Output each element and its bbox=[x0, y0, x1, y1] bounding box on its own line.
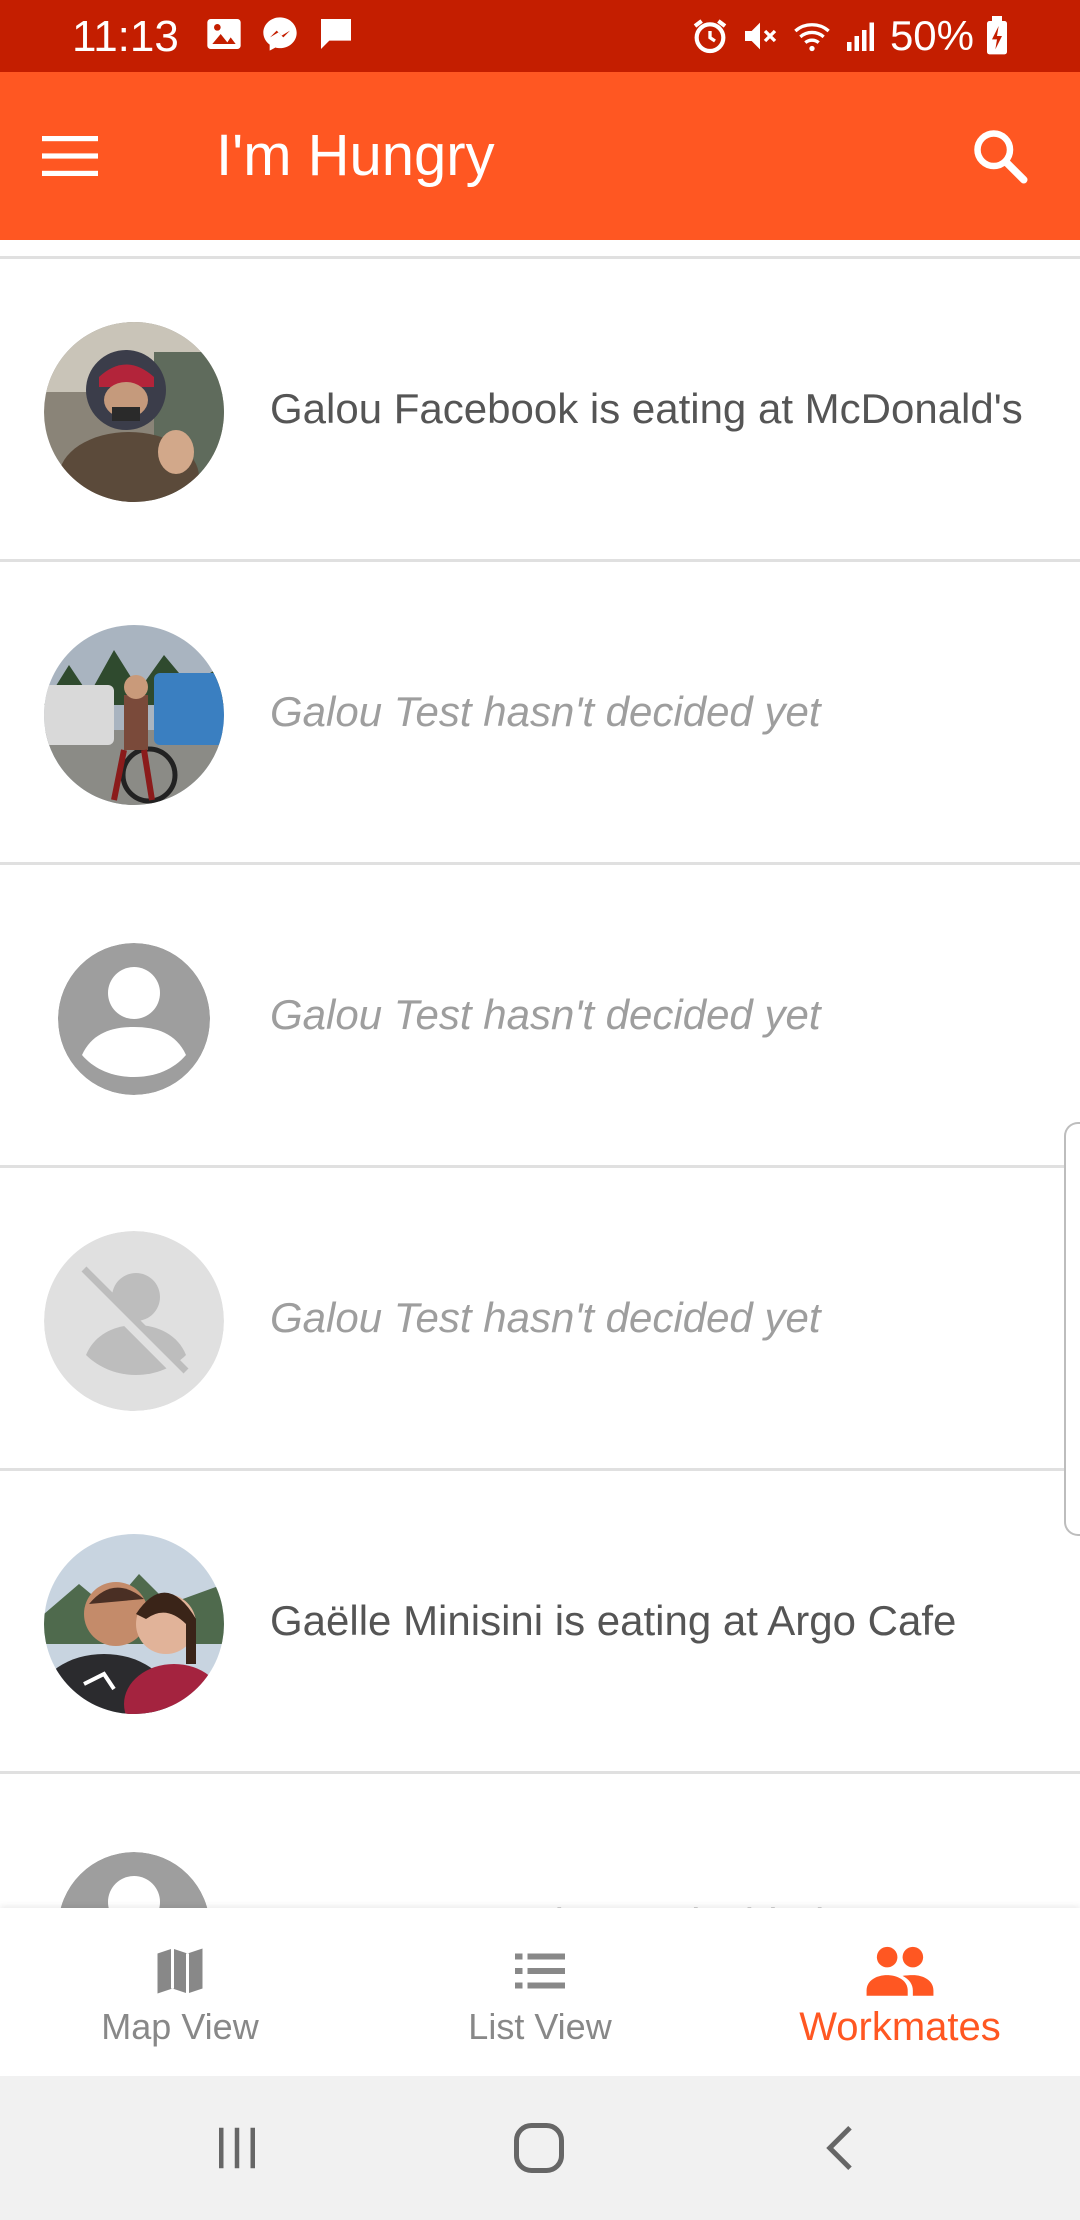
default-person-icon bbox=[58, 943, 210, 1095]
workmate-status: Galou Test hasn't decided yet bbox=[270, 991, 821, 1038]
workmate-status: Galou Test hasn't decided yet bbox=[270, 1294, 821, 1341]
avatar bbox=[58, 943, 210, 1095]
workmates-list[interactable]: Galou Facebook is eating at McDonald's G… bbox=[0, 240, 1080, 1908]
search-icon bbox=[974, 130, 1028, 184]
nav-label: Map View bbox=[101, 2006, 259, 2047]
status-bar: 11:13 50% bbox=[0, 0, 1080, 72]
list-item[interactable]: Galou Test hasn't decided yet bbox=[0, 562, 1080, 865]
list-item[interactable]: Galou Test hasn't decided yet bbox=[0, 1168, 1080, 1471]
status-notification-icons bbox=[204, 14, 356, 54]
user-photo bbox=[44, 322, 224, 502]
image-icon bbox=[207, 19, 241, 49]
status-time: 11:13 bbox=[72, 12, 179, 61]
nav-workmates[interactable]: Workmates bbox=[720, 1908, 1080, 2076]
menu-button[interactable] bbox=[40, 124, 130, 188]
home-icon bbox=[514, 2123, 564, 2173]
workmate-status: Galou Facebook is eating at McDonald's bbox=[270, 385, 1023, 432]
nav-map-view[interactable]: Map View bbox=[0, 1908, 360, 2076]
back-button[interactable] bbox=[796, 2112, 886, 2184]
nav-label: Workmates bbox=[799, 2004, 1001, 2049]
list-item[interactable]: New Test New hasn't decided yet bbox=[0, 1774, 1080, 1908]
bottom-navigation: Map View List View Workmates bbox=[0, 1908, 1080, 2076]
workmate-status: Galou Test hasn't decided yet bbox=[270, 688, 821, 735]
battery-charging-icon bbox=[987, 16, 1007, 55]
user-photo bbox=[44, 625, 224, 805]
map-icon bbox=[157, 1948, 203, 1994]
signal-icon bbox=[846, 22, 874, 51]
user-photo bbox=[44, 1534, 224, 1714]
avatar bbox=[58, 1852, 210, 1908]
avatar bbox=[44, 1231, 224, 1411]
list-icon bbox=[515, 1953, 565, 1989]
avatar bbox=[44, 322, 224, 502]
avatar bbox=[44, 1534, 224, 1714]
search-button[interactable] bbox=[960, 116, 1040, 196]
messenger-icon bbox=[263, 17, 297, 51]
scroll-edge-handle[interactable] bbox=[1064, 1122, 1080, 1536]
nav-label: List View bbox=[468, 2006, 612, 2047]
list-item[interactable]: Galou Test hasn't decided yet bbox=[0, 865, 1080, 1168]
workmate-status: New Test New hasn't decided yet bbox=[270, 1897, 1030, 1908]
hamburger-menu-icon bbox=[42, 136, 98, 176]
chat-icon bbox=[321, 19, 351, 49]
mute-icon bbox=[744, 22, 777, 50]
workmate-status: Gaëlle Minisini is eating at Argo Cafe bbox=[270, 1597, 957, 1644]
default-person-icon bbox=[60, 1852, 208, 1908]
recents-button[interactable] bbox=[192, 2112, 282, 2184]
recents-icon bbox=[219, 2127, 255, 2169]
back-icon bbox=[826, 2125, 852, 2171]
nav-list-view[interactable]: List View bbox=[360, 1908, 720, 2076]
list-item[interactable]: Gaëlle Minisini is eating at Argo Cafe bbox=[0, 1471, 1080, 1774]
list-item[interactable]: Galou Facebook is eating at McDonald's bbox=[0, 259, 1080, 562]
page-title: I'm Hungry bbox=[216, 123, 495, 188]
avatar bbox=[44, 625, 224, 805]
wifi-icon bbox=[794, 23, 830, 52]
app-bar: I'm Hungry bbox=[0, 72, 1080, 240]
system-navigation-bar bbox=[0, 2076, 1080, 2220]
people-icon bbox=[866, 1946, 934, 1996]
home-button[interactable] bbox=[494, 2112, 584, 2184]
broken-image-icon bbox=[44, 1231, 224, 1411]
alarm-icon bbox=[693, 19, 727, 54]
battery-percent: 50% bbox=[889, 12, 974, 59]
status-system-icons: 50% bbox=[690, 12, 1010, 60]
